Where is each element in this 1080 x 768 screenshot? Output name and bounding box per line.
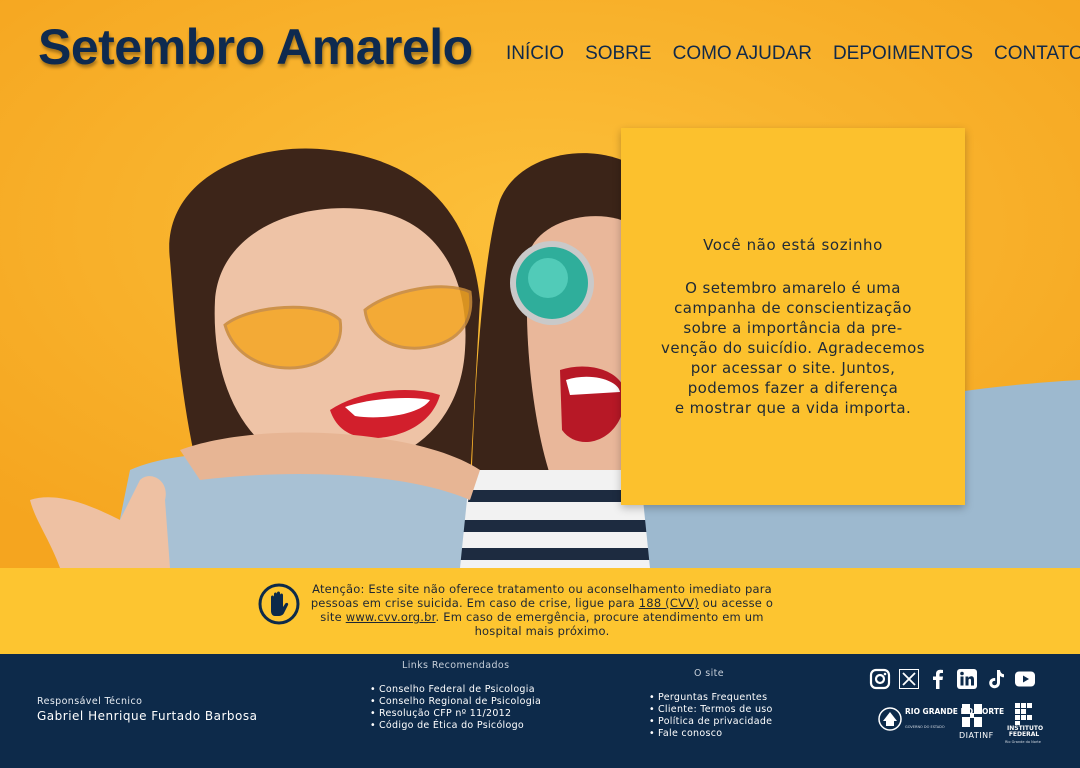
card-title: Você não está sozinho — [703, 236, 883, 254]
responsavel-label: Responsável Técnico — [37, 696, 143, 707]
instagram-icon[interactable] — [869, 668, 891, 690]
link-faq[interactable]: Perguntas Frequentes — [649, 692, 799, 704]
rn-logo-subtitle: GOVERNO DO ESTADO — [905, 725, 945, 729]
recommended-links: Conselho Federal de Psicologia Conselho … — [370, 684, 560, 732]
if-logo: INSTITUTO FEDERAL Rio Grande do Norte — [1005, 702, 1043, 744]
youtube-icon[interactable] — [1014, 668, 1036, 690]
link-cfp[interactable]: Conselho Federal de Psicologia — [370, 684, 560, 696]
nav-como-ajudar[interactable]: COMO AJUDAR — [673, 43, 812, 65]
diatinf-logo: DIATINF — [959, 702, 993, 740]
site-links: Perguntas Frequentes Cliente: Termos de … — [649, 692, 799, 740]
diatinf-logo-text: DIATINF — [959, 731, 994, 740]
site-links-title: O site — [694, 668, 725, 679]
if-mark-icon — [1015, 703, 1032, 725]
responsavel-name: Gabriel Henrique Furtado Barbosa — [37, 709, 258, 723]
site-logo[interactable]: Setembro Amarelo — [38, 18, 473, 76]
stop-hand-icon — [258, 583, 300, 625]
card-text: O setembro amarelo é uma campanha de con… — [661, 279, 925, 417]
rn-crest-icon — [878, 707, 902, 731]
diatinf-mark-icon — [962, 704, 982, 727]
nav-contato[interactable]: CONTATO — [994, 43, 1080, 65]
link-termos[interactable]: Cliente: Termos de uso — [649, 704, 799, 716]
link-fale-conosco[interactable]: Fale conosco — [649, 728, 799, 740]
intro-card: Você não está sozinho O setembro amarelo… — [621, 128, 965, 505]
link-crp[interactable]: Conselho Regional de Psicologia — [370, 696, 560, 708]
social-links — [869, 668, 1043, 690]
rn-government-logo: RIO GRANDE DO NORTE GOVERNO DO ESTADO — [877, 706, 1004, 736]
if-logo-title: INSTITUTO FEDERAL — [1007, 725, 1044, 738]
nav-inicio[interactable]: INÍCIO — [506, 43, 564, 65]
notice-text-suffix: . Em caso de emergência, procure atendim… — [435, 610, 764, 638]
nav-depoimentos[interactable]: DEPOIMENTOS — [833, 43, 973, 65]
tiktok-icon[interactable] — [985, 668, 1007, 690]
link-resolucao[interactable]: Resolução CFP nº 11/2012 — [370, 708, 560, 720]
if-logo-subtitle: Rio Grande do Norte — [1005, 740, 1041, 744]
cvv-phone-link[interactable]: 188 (CVV) — [639, 596, 699, 610]
site-footer: Responsável Técnico Gabriel Henrique Fur… — [0, 654, 1080, 768]
notice-text: Atenção: Este site não oferece tratament… — [302, 582, 782, 638]
nav-sobre[interactable]: SOBRE — [585, 43, 652, 65]
link-privacidade[interactable]: Política de privacidade — [649, 716, 799, 728]
hero-section: Setembro Amarelo INÍCIO SOBRE COMO AJUDA… — [0, 0, 1080, 568]
x-icon[interactable] — [898, 668, 920, 690]
links-title: Links Recomendados — [402, 660, 510, 671]
linkedin-icon[interactable] — [956, 668, 978, 690]
crisis-notice: Atenção: Este site não oferece tratament… — [0, 568, 1080, 654]
partner-logos: RIO GRANDE DO NORTE GOVERNO DO ESTADO DI… — [877, 702, 1057, 748]
facebook-icon[interactable] — [927, 668, 949, 690]
link-codigo-etica[interactable]: Código de Ética do Psicólogo — [370, 720, 560, 732]
main-nav: INÍCIO SOBRE COMO AJUDAR DEPOIMENTOS CON… — [506, 43, 1080, 65]
rn-logo-title: RIO GRANDE DO NORTE — [905, 707, 1005, 716]
cvv-site-link[interactable]: www.cvv.org.br — [346, 610, 436, 624]
